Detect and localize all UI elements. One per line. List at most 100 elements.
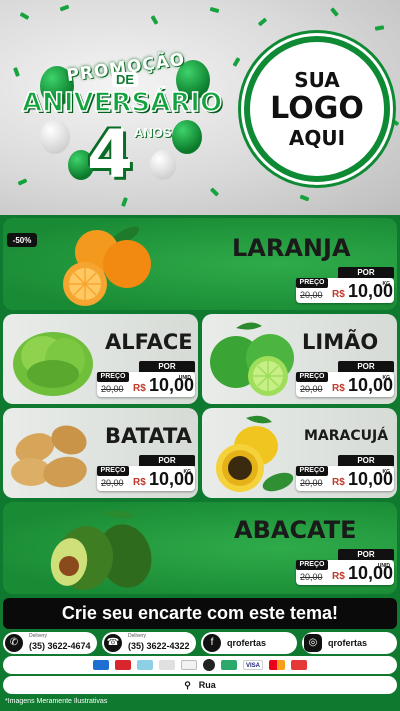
- price-por-label: POR: [338, 267, 394, 278]
- currency: R$: [332, 383, 345, 394]
- visa-icon: VISA: [243, 660, 263, 670]
- price-tag: POR PREÇO 20,00 R$ 10,00 UNID: [296, 549, 394, 585]
- confetti: [59, 4, 70, 12]
- logo-placeholder: SUA LOGO AQUI: [244, 36, 390, 182]
- instagram-contact[interactable]: ◎ qrofertas: [302, 632, 397, 654]
- card-icon: [291, 660, 307, 670]
- currency: R$: [332, 289, 345, 300]
- product-name: ABACATE: [234, 516, 357, 544]
- price-unit: KG: [183, 469, 192, 475]
- price-unit: KG: [382, 375, 391, 381]
- anniversary-promo-title: PROMOÇÃO DE ANIVERSÁRIO 4 ANOS: [8, 28, 236, 193]
- card-icon: [115, 660, 131, 670]
- price-por-label: POR: [338, 361, 394, 372]
- product-name: ALFACE: [105, 330, 193, 354]
- disclaimer: *Imagens Meramente Ilustrativas: [5, 698, 108, 705]
- price-label: PREÇO: [296, 466, 328, 476]
- whatsapp-number: (35) 3622-4674: [29, 641, 91, 651]
- logo-text-line: AQUI: [288, 126, 346, 150]
- confetti: [330, 7, 339, 17]
- contact-label: Delivery: [128, 633, 147, 639]
- facebook-contact[interactable]: f qrofertas: [201, 632, 297, 654]
- currency: R$: [332, 571, 345, 582]
- confetti: [299, 194, 310, 202]
- confetti: [257, 17, 268, 27]
- old-price: 20,00: [300, 478, 323, 488]
- price-por-label: POR: [338, 549, 394, 560]
- discount-badge: -50%: [7, 233, 37, 247]
- old-price: 20,00: [300, 572, 323, 582]
- card-icon: [137, 660, 153, 670]
- promo-de: DE: [112, 72, 139, 87]
- lime-image: [210, 322, 294, 396]
- currency: R$: [133, 477, 146, 488]
- mastercard-icon: [269, 660, 285, 670]
- price-unit: UNID: [377, 563, 390, 569]
- whatsapp-contact[interactable]: ✆ Delivery (35) 3622-4674: [3, 632, 97, 654]
- potato-image: [11, 425, 87, 488]
- price-label: PREÇO: [97, 372, 129, 382]
- card-icon: [93, 660, 109, 670]
- payment-methods: VISA: [3, 656, 397, 674]
- confetti: [389, 117, 400, 127]
- whatsapp-icon: ✆: [5, 634, 23, 652]
- product-name: BATATA: [105, 424, 192, 448]
- price-unit: UNID: [178, 375, 191, 381]
- phone-icon: ☎: [104, 634, 122, 652]
- hero-header: PROMOÇÃO DE ANIVERSÁRIO 4 ANOS SUA LOGO …: [0, 0, 400, 215]
- confetti: [121, 197, 128, 207]
- logo-text-line: LOGO: [270, 91, 364, 126]
- card-icon: [221, 660, 237, 670]
- price-unit: KG: [382, 281, 391, 287]
- confetti: [209, 187, 220, 197]
- confetti: [374, 25, 385, 31]
- card-icon: [203, 659, 215, 671]
- facebook-handle: qrofertas: [227, 638, 267, 648]
- product-name: MARACUJÁ: [304, 428, 389, 444]
- price-por-label: POR: [139, 455, 195, 466]
- avocado-image: [50, 510, 152, 590]
- confetti: [209, 6, 220, 14]
- currency: R$: [133, 383, 146, 394]
- currency: R$: [332, 477, 345, 488]
- old-price: 20,00: [300, 384, 323, 394]
- old-price: 20,00: [101, 478, 124, 488]
- price-tag: POR PREÇO 20,00 R$ 10,00 KG: [296, 267, 394, 303]
- price-tag: POR PREÇO 20,00 R$ 10,00 KG: [296, 455, 394, 491]
- confetti: [150, 15, 159, 25]
- address-text: Rua: [198, 680, 216, 690]
- instagram-handle: qrofertas: [328, 638, 368, 648]
- cta-banner[interactable]: Crie seu encarte com este tema!: [3, 598, 397, 629]
- promo-years-label: ANOS: [134, 125, 172, 140]
- facebook-icon: f: [203, 634, 221, 652]
- promo-years-number: 4: [87, 116, 133, 193]
- contact-label: Delivery: [29, 633, 48, 639]
- phone-contact[interactable]: ☎ Delivery (35) 3622-4322: [102, 632, 196, 654]
- price-label: PREÇO: [296, 278, 328, 288]
- product-name: LARANJA: [232, 234, 351, 262]
- price-tag: POR PREÇO 20,00 R$ 10,00 KG: [296, 361, 394, 397]
- price-por-label: POR: [338, 455, 394, 466]
- price-por-label: POR: [139, 361, 195, 372]
- lettuce-image: [13, 332, 93, 396]
- card-icon: [181, 660, 197, 670]
- passion-fruit-image: [216, 415, 294, 492]
- price-tag: POR PREÇO 20,00 R$ 10,00 KG: [97, 455, 195, 491]
- price-label: PREÇO: [97, 466, 129, 476]
- orange-image: [63, 226, 151, 306]
- address-bar[interactable]: ⚲ Rua: [3, 676, 397, 694]
- pix-icon: [159, 660, 175, 670]
- instagram-icon: ◎: [304, 634, 322, 652]
- old-price: 20,00: [300, 290, 323, 300]
- price-tag: POR PREÇO 20,00 R$ 10,00 UNID: [97, 361, 195, 397]
- price-label: PREÇO: [296, 560, 328, 570]
- confetti: [19, 12, 30, 20]
- location-pin-icon: ⚲: [184, 679, 191, 690]
- price-unit: KG: [382, 469, 391, 475]
- phone-number: (35) 3622-4322: [128, 641, 190, 651]
- price-label: PREÇO: [296, 372, 328, 382]
- old-price: 20,00: [101, 384, 124, 394]
- logo-text-line: SUA: [294, 68, 340, 92]
- promo-aniversario: ANIVERSÁRIO: [21, 87, 223, 119]
- product-name: LIMÃO: [302, 330, 379, 354]
